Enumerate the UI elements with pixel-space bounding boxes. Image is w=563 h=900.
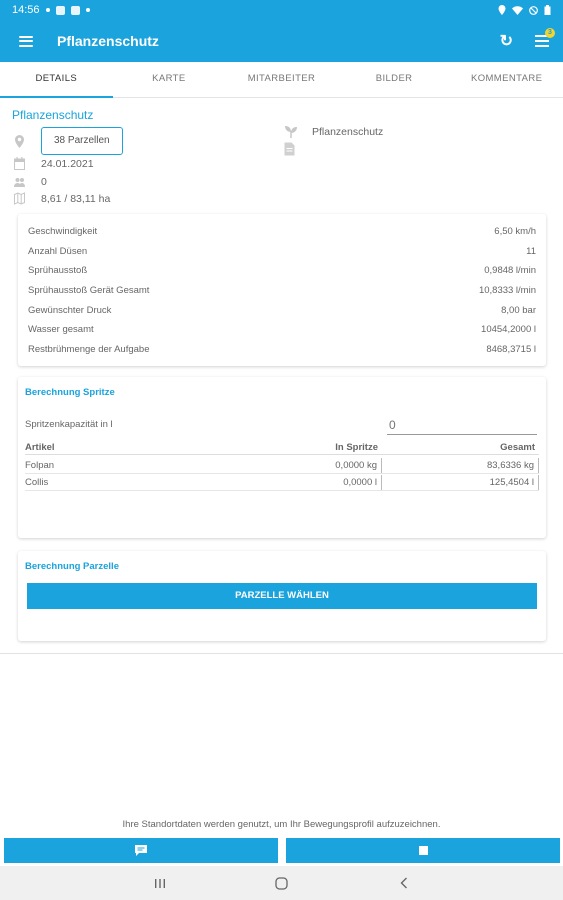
page-title: Pflanzenschutz (57, 33, 159, 49)
param-row: Sprühausstoß Gerät Gesamt 10,8333 l/min (18, 281, 546, 301)
tab-karte[interactable]: KARTE (113, 62, 226, 97)
cell-gesamt: 83,6336 kg (382, 458, 539, 473)
menu-icon[interactable] (19, 35, 33, 47)
param-row: Anzahl Düsen 11 (18, 242, 546, 262)
app-notification-icon (70, 5, 80, 15)
capacity-label: Spritzenkapazität in l (25, 419, 113, 430)
back-nav-button[interactable] (384, 873, 424, 893)
cell-artikel: Collis (25, 477, 49, 488)
select-parzelle-button[interactable]: PARZELLE WÄHLEN (27, 583, 537, 609)
more-notifications-icon (85, 8, 90, 12)
back-icon (400, 877, 407, 889)
system-nav-bar (0, 866, 563, 900)
param-row: Gewünschter Druck 8,00 bar (18, 301, 546, 321)
recents-icon (154, 878, 165, 888)
status-time: 14:56 (12, 4, 40, 16)
parzellen-row: 38 Parzellen (14, 127, 123, 155)
category-label: Pflanzenschutz (312, 126, 384, 138)
param-label: Sprühausstoß Gerät Gesamt (28, 285, 150, 297)
table-header: Artikel In Spritze Gesamt (25, 441, 539, 455)
param-value: 6,50 km/h (494, 226, 536, 237)
param-label: Sprühausstoß (28, 265, 88, 277)
status-bar: 14:56 (0, 0, 563, 20)
stop-icon (418, 846, 428, 855)
home-nav-button[interactable] (262, 873, 302, 893)
param-row: Sprühausstoß 0,9848 l/min (18, 261, 546, 281)
recents-nav-button[interactable] (140, 873, 180, 893)
cell-in-spritze: 0,0000 kg (255, 458, 382, 473)
param-label: Anzahl Düsen (28, 245, 88, 257)
task-date: 24.01.2021 (41, 157, 94, 170)
category-row: Pflanzenschutz (284, 125, 383, 139)
document-row (284, 142, 295, 156)
param-label: Gewünschter Druck (28, 304, 112, 316)
col-artikel: Artikel (25, 442, 55, 453)
col-gesamt: Gesamt (500, 442, 535, 453)
workers-row: 0 (14, 175, 47, 188)
stop-button[interactable] (286, 838, 560, 863)
wifi-icon (512, 5, 523, 15)
app-bar: Pflanzenschutz ↻ 3 (0, 20, 563, 62)
leaf-notification-icon (45, 8, 50, 12)
tab-details[interactable]: DETAILS (0, 62, 113, 98)
people-icon (14, 178, 25, 187)
parzellen-button[interactable]: 38 Parzellen (41, 127, 123, 155)
task-title: Pflanzenschutz (12, 108, 94, 122)
map-icon (14, 192, 25, 205)
area-row: 8,61 / 83,11 ha (14, 192, 110, 205)
home-icon (275, 876, 288, 890)
param-value: 11 (526, 245, 536, 257)
image-notification-icon (55, 5, 65, 15)
document-icon[interactable] (284, 142, 295, 156)
calendar-icon (14, 157, 25, 170)
task-list-icon[interactable]: 3 (535, 28, 555, 47)
param-row: Geschwindigkeit 6,50 km/h (18, 222, 546, 242)
param-label: Geschwindigkeit (28, 226, 98, 237)
area-value: 8,61 / 83,11 ha (41, 192, 111, 205)
cell-in-spritze: 0,0000 l (255, 475, 382, 490)
param-value: 10,8333 l/min (478, 285, 536, 297)
refresh-icon[interactable]: ↻ (500, 31, 513, 51)
articles-table: Artikel In Spritze Gesamt Folpan 0,0000 … (25, 441, 539, 491)
chat-icon (135, 845, 147, 856)
param-row: Wasser gesamt 10454,2000 l (18, 320, 546, 340)
location-notice: Ihre Standortdaten werden genutzt, um Ih… (122, 819, 441, 830)
table-row: Collis 0,0000 l 125,4504 l (25, 475, 539, 491)
param-value: 10454,2000 l (481, 324, 536, 336)
table-row: Folpan 0,0000 kg 83,6336 kg (25, 458, 539, 474)
parzelle-title: Berechnung Parzelle (25, 561, 119, 572)
param-row: Restbrühmenge der Aufgabe 8468,3715 l (18, 340, 546, 360)
location-status-icon (498, 5, 506, 15)
plant-icon (285, 126, 297, 138)
workers-count: 0 (41, 175, 47, 188)
tab-kommentare[interactable]: KOMMENTARE (450, 62, 563, 97)
tab-bar: DETAILS KARTE MITARBEITER BILDER KOMMENT… (0, 62, 563, 98)
task-count-badge: 3 (545, 28, 555, 38)
chat-button[interactable] (4, 838, 278, 863)
parameters-card: Geschwindigkeit 6,50 km/h Anzahl Düsen 11 … (18, 214, 546, 366)
spritze-title: Berechnung Spritze (25, 387, 115, 398)
dnd-icon (529, 5, 538, 15)
spritze-card: Berechnung Spritze Spritzenkapazität in … (18, 377, 546, 538)
param-value: 8,00 bar (501, 304, 536, 316)
param-value: 8468,3715 l (486, 344, 536, 356)
param-label: Wasser gesamt (28, 324, 94, 336)
col-in-spritze: In Spritze (335, 442, 378, 453)
tab-bilder[interactable]: BILDER (338, 62, 451, 97)
date-row: 24.01.2021 (14, 157, 94, 170)
param-label: Restbrühmenge der Aufgabe (28, 344, 150, 356)
parzelle-card: Berechnung Parzelle PARZELLE WÄHLEN (18, 551, 546, 641)
capacity-row: Spritzenkapazität in l (25, 415, 538, 435)
capacity-input[interactable] (387, 415, 537, 435)
tab-mitarbeiter[interactable]: MITARBEITER (225, 62, 338, 97)
param-value: 0,9848 l/min (484, 265, 536, 277)
cell-gesamt: 125,4504 l (382, 475, 539, 490)
battery-icon (544, 5, 551, 15)
cell-artikel: Folpan (25, 460, 55, 471)
location-pin-icon (15, 134, 24, 148)
content-divider (0, 653, 563, 654)
